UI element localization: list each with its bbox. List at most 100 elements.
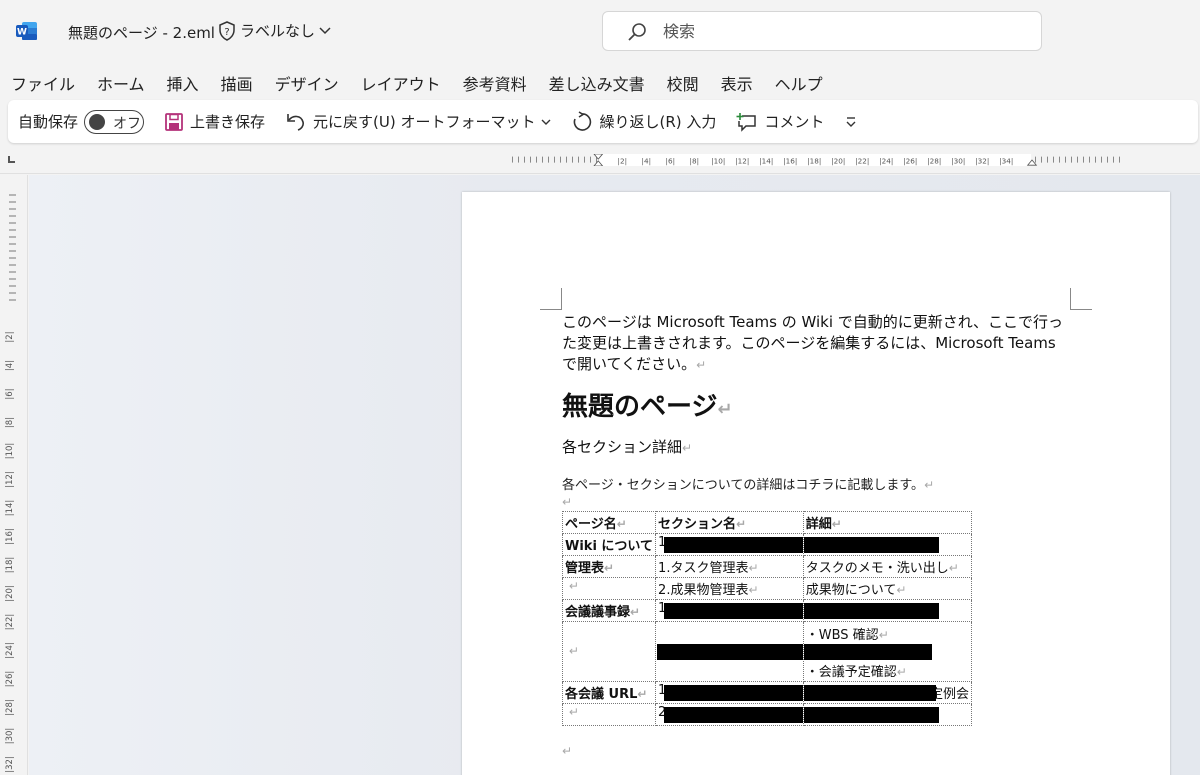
ruler-label: |20| (831, 156, 845, 165)
menu-file[interactable]: ファイル (0, 66, 86, 96)
table-cell[interactable] (802, 599, 973, 622)
ruler-label: |12| (735, 156, 749, 165)
table-cell[interactable]: ↵ (561, 577, 657, 600)
table-cell[interactable]: 会議議事録↵ (561, 599, 657, 622)
vertical-ruler[interactable]: |2| |4| |6| |8| |10| |12| |14| |16| |18| |20| |22|… (0, 175, 28, 775)
page-title[interactable]: 無題のページ↵ (562, 386, 1072, 424)
ruler-label: |8| (5, 417, 15, 428)
cell-text: 管理表 (565, 561, 605, 576)
ruler-label: |26| (5, 671, 15, 688)
menu-insert[interactable]: 挿入 (156, 66, 210, 96)
header-page-name[interactable]: ページ名↵ (561, 511, 657, 534)
chevron-down-icon (319, 26, 331, 34)
ruler-label: |30| (951, 156, 965, 165)
menu-review[interactable]: 校閲 (656, 66, 710, 96)
ruler-label: |18| (807, 156, 821, 165)
ruler-label: |14| (5, 500, 15, 517)
ruler-label: |28| (5, 699, 15, 716)
document-title[interactable]: 無題のページ - 2.eml (68, 22, 215, 43)
table-cell[interactable]: 定例会 (802, 681, 973, 704)
undo-button[interactable]: 元に戻す(U) オートフォーマット (275, 111, 561, 132)
header-text: 詳細 (805, 517, 832, 532)
redo-button[interactable]: 繰り返し(R) 入力 (561, 110, 726, 133)
word-app-icon[interactable]: W (16, 21, 38, 41)
table-cell[interactable] (802, 703, 973, 726)
sensitivity-label-button[interactable]: ? ラベルなし (218, 20, 331, 41)
ruler-label: |8| (690, 156, 700, 165)
menu-view[interactable]: 表示 (710, 66, 764, 96)
crop-mark-top-right (1070, 288, 1092, 310)
table-row: 会議議事録↵ 1 (561, 599, 973, 622)
menu-references[interactable]: 参考資料 (452, 66, 538, 96)
table-cell[interactable]: 1 (655, 599, 804, 622)
ruler-label: |24| (5, 642, 15, 659)
menu-help[interactable]: ヘルプ (764, 66, 834, 96)
table-row: 管理表↵ 1.タスク管理表↵ タスクのメモ・洗い出し↵ (561, 555, 973, 578)
search-box[interactable] (602, 11, 1042, 51)
redaction-bar (664, 707, 803, 723)
cell-text: 各会議 URL (565, 687, 638, 702)
new-comment-icon (736, 112, 757, 132)
empty-paragraph[interactable]: ↵ (562, 744, 1072, 758)
header-section-name[interactable]: セクション名↵ (655, 511, 804, 534)
table-cell[interactable]: ・WBS 確認↵ ・会議予定確認↵ (802, 621, 973, 682)
undo-dropdown-chevron-icon[interactable] (541, 117, 551, 127)
menu-draw[interactable]: 描画 (210, 66, 264, 96)
horizontal-ruler[interactable]: |2| |4| |6| |8| |10| |12| |14| |16| |18| |20| |22|… (0, 146, 1200, 174)
paragraph-mark: ↵ (682, 441, 693, 455)
comment-label: コメント (764, 113, 825, 131)
table-cell[interactable]: 2 (655, 703, 804, 726)
table-row: ↵ 2.成果物管理表↵ 成果物について↵ (561, 577, 973, 600)
ruler-label: |4| (642, 156, 652, 165)
save-button[interactable]: 上書き保存 (154, 111, 275, 132)
table-row: ↵ 2 (561, 703, 973, 726)
ruler-label: |32| (5, 756, 15, 773)
table-cell[interactable]: 2.成果物管理表↵ (655, 577, 804, 600)
menu-home[interactable]: ホーム (86, 66, 156, 96)
table-cell[interactable]: 1 (655, 681, 804, 704)
quick-access-ribbon: 自動保存 オフ 上書き保存 元に戻す(U) オートフォーマット 繰り返し(R) … (8, 100, 1198, 143)
table-cell[interactable]: 1 (655, 533, 804, 556)
detail-line: ・WBS 確認↵ (805, 628, 889, 643)
autosave-toggle[interactable]: オフ (84, 109, 145, 134)
ruler-label: |28| (927, 156, 941, 165)
empty-paragraph[interactable]: ↵ (562, 495, 1072, 509)
cell-text: ・WBS 確認 (805, 628, 879, 643)
redaction-bar (804, 603, 939, 619)
header-text: ページ名 (565, 517, 617, 532)
section-heading[interactable]: 各セクション詳細↵ (562, 436, 1072, 457)
table-cell[interactable]: 各会議 URL↵ (561, 681, 657, 704)
vertical-ruler-marks: |2| |4| |6| |8| |10| |12| |14| |16| |18| |20| |22|… (5, 194, 16, 773)
table-cell[interactable]: タスクのメモ・洗い出し↵ (802, 555, 973, 578)
search-input[interactable] (663, 20, 1023, 42)
table-cell[interactable]: 成果物について↵ (802, 577, 973, 600)
comment-button[interactable]: コメント (726, 111, 834, 132)
teams-wiki-notice[interactable]: このページは Microsoft Teams の Wiki で自動的に更新され、… (562, 312, 1072, 376)
document-page[interactable]: このページは Microsoft Teams の Wiki で自動的に更新され、… (462, 192, 1170, 775)
sections-table[interactable]: ページ名↵ セクション名↵ 詳細↵ Wiki について 1 管理表↵ 1.タスク… (561, 511, 973, 726)
header-text: セクション名 (658, 517, 737, 532)
description-paragraph[interactable]: 各ページ・セクションについての詳細はコチラに記載します。↵ (562, 474, 1072, 493)
paragraph-mark: ↵ (696, 358, 707, 372)
table-cell[interactable]: ↵ (561, 703, 657, 726)
header-detail[interactable]: 詳細↵ (802, 511, 973, 534)
shield-question-icon: ? (219, 20, 235, 41)
table-cell[interactable] (802, 533, 973, 556)
description-text: 各ページ・セクションについての詳細はコチラに記載します。 (562, 478, 925, 493)
customize-toolbar-button[interactable] (834, 115, 868, 129)
table-cell[interactable] (655, 621, 804, 682)
page-content[interactable]: このページは Microsoft Teams の Wiki で自動的に更新され、… (561, 312, 1072, 758)
table-cell[interactable]: ↵ (561, 621, 657, 682)
table-cell[interactable]: 1.タスク管理表↵ (655, 555, 804, 578)
cell-text: 成果物について (805, 583, 897, 598)
menu-design[interactable]: デザイン (264, 66, 350, 96)
menu-layout[interactable]: レイアウト (350, 66, 452, 96)
table-cell[interactable]: 管理表↵ (561, 555, 657, 578)
tab-selector[interactable] (8, 156, 15, 163)
search-icon (628, 23, 646, 41)
ruler-label: |22| (5, 614, 15, 631)
ruler-label: |10| (5, 443, 15, 460)
table-cell[interactable]: Wiki について (561, 533, 657, 556)
redo-label: 繰り返し(R) 入力 (599, 113, 717, 131)
menu-mailings[interactable]: 差し込み文書 (538, 66, 656, 96)
